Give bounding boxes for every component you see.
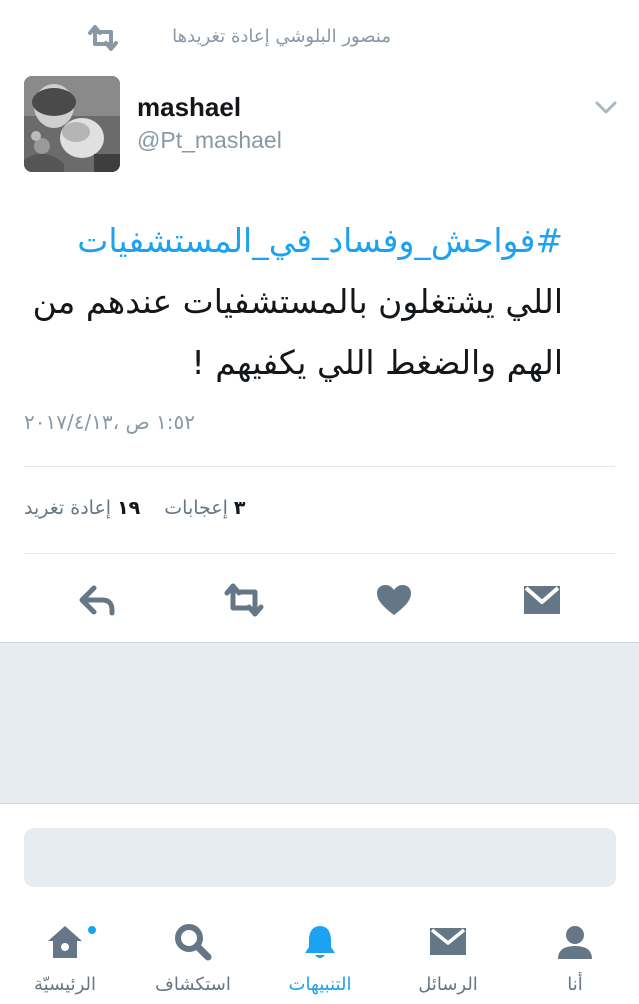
envelope-icon[interactable] (520, 580, 564, 620)
retweets-label[interactable]: إعادة تغريد (24, 497, 111, 519)
tweet-author[interactable]: mashael @Pt_mashael (0, 76, 639, 176)
avatar[interactable] (24, 76, 120, 172)
bottom-tab-bar: الرئيسيّة استكشاف التنبيهات الرسائل أنا (0, 908, 639, 1004)
user-handle[interactable]: @Pt_mashael (137, 127, 282, 154)
likes-count[interactable]: ٣ (234, 497, 246, 519)
display-name[interactable]: mashael (137, 92, 241, 123)
tab-explore-label: استكشاف (155, 974, 231, 995)
tab-home[interactable]: الرئيسيّة (0, 908, 130, 1004)
retweet-context-text: منصور البلوشي إعادة تغريدها (172, 26, 391, 47)
reply-icon[interactable] (76, 580, 120, 620)
chevron-down-icon[interactable] (594, 100, 618, 116)
tweet-actions (0, 574, 639, 624)
tab-explore[interactable]: استكشاف (128, 908, 258, 1004)
home-icon (48, 926, 82, 958)
tweet-stats: ٣ إعجابات ١٩ إعادة تغريد (24, 497, 615, 533)
tab-messages[interactable]: الرسائل (383, 908, 513, 1004)
tweet-timestamp: ١:٥٢ ص ،٢٠١٧/٤/١٣ (24, 410, 195, 434)
likes-label[interactable]: إعجابات (164, 497, 228, 519)
hashtag-link[interactable]: #فواحش_وفساد_في_المستشفيات (77, 221, 563, 260)
person-icon (558, 926, 592, 959)
notification-dot (86, 924, 98, 936)
heart-icon[interactable] (372, 580, 416, 620)
retweet-context[interactable]: منصور البلوشي إعادة تغريدها (0, 22, 639, 56)
replies-area (0, 642, 639, 804)
tweet-text: #فواحش_وفساد_في_المستشفيات اللي يشتغلون … (23, 210, 563, 393)
tab-notifications[interactable]: التنبيهات (255, 908, 385, 1004)
search-icon (175, 924, 212, 961)
tab-notifications-label: التنبيهات (288, 974, 352, 995)
tab-messages-label: الرسائل (418, 974, 478, 995)
retweet-icon (88, 25, 118, 51)
tab-me[interactable]: أنا (510, 908, 639, 1004)
tab-home-label: الرئيسيّة (34, 974, 96, 995)
envelope-icon (430, 928, 466, 955)
reply-input[interactable] (24, 828, 616, 887)
bell-icon (305, 926, 335, 958)
avatar-photo (24, 76, 120, 172)
tweet-body: اللي يشتغلون بالمستشفيات عندهم من الهم و… (32, 282, 563, 382)
divider (24, 466, 615, 467)
retweet-icon[interactable] (222, 580, 266, 620)
divider (24, 553, 615, 554)
tab-me-label: أنا (567, 974, 583, 995)
retweets-count[interactable]: ١٩ (117, 497, 140, 519)
